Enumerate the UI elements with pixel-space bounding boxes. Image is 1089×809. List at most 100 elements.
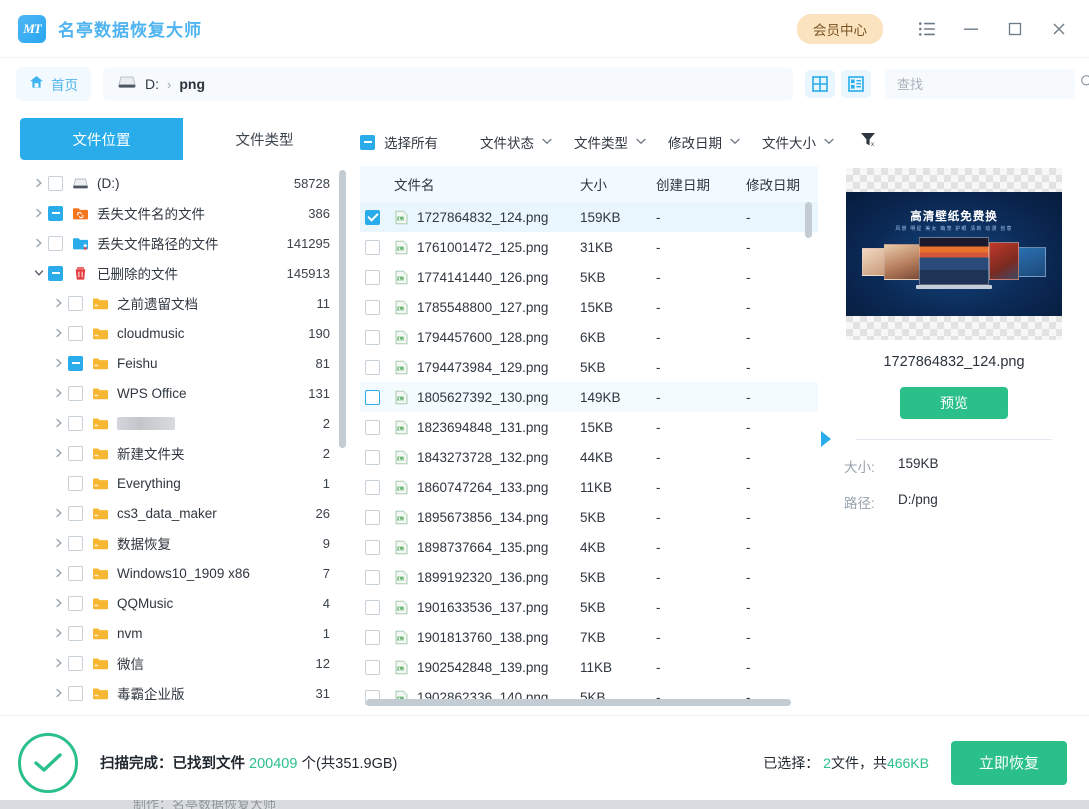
tree-checkbox[interactable] bbox=[48, 205, 63, 221]
tab-file-location[interactable]: 文件位置 bbox=[20, 118, 183, 160]
path-folder-segment[interactable]: png bbox=[179, 76, 205, 92]
row-checkbox[interactable] bbox=[365, 599, 380, 615]
tree-checkbox[interactable] bbox=[68, 595, 83, 611]
tree-checkbox[interactable] bbox=[68, 355, 83, 371]
table-row[interactable]: 1899192320_136.png 5KB - - bbox=[360, 562, 818, 592]
tree-item[interactable]: cs3_data_maker 26 bbox=[12, 498, 350, 528]
tree-expander-icon[interactable] bbox=[30, 268, 48, 278]
tree-checkbox[interactable] bbox=[68, 685, 83, 701]
table-row[interactable]: 1823694848_131.png 15KB - - bbox=[360, 412, 818, 442]
table-row[interactable]: 1785548800_127.png 15KB - - bbox=[360, 292, 818, 322]
path-input[interactable]: D: › png bbox=[103, 67, 793, 101]
tree-item[interactable]: 已删除的文件 145913 bbox=[12, 258, 350, 288]
tree-item[interactable]: 丢失文件名的文件 386 bbox=[12, 198, 350, 228]
row-checkbox[interactable] bbox=[365, 419, 380, 435]
tree-item[interactable]: 微信 12 bbox=[12, 648, 350, 678]
row-checkbox[interactable] bbox=[365, 239, 380, 255]
row-checkbox-cell[interactable] bbox=[360, 269, 394, 285]
row-checkbox-cell[interactable] bbox=[360, 539, 394, 555]
row-checkbox-cell[interactable] bbox=[360, 599, 394, 615]
column-header-filename[interactable]: 文件名 bbox=[394, 174, 580, 194]
tree-expander-icon[interactable] bbox=[50, 298, 68, 308]
row-checkbox-cell[interactable] bbox=[360, 659, 394, 675]
tree-expander-icon[interactable] bbox=[50, 658, 68, 668]
tree-item[interactable]: 丢失文件路径的文件 141295 bbox=[12, 228, 350, 258]
filter-dropdown[interactable]: 修改日期 bbox=[668, 132, 740, 152]
detail-view-icon[interactable] bbox=[841, 70, 871, 98]
tree-checkbox[interactable] bbox=[68, 415, 83, 431]
tree-expander-icon[interactable] bbox=[50, 448, 68, 458]
row-checkbox-cell[interactable] bbox=[360, 509, 394, 525]
tree-checkbox[interactable] bbox=[68, 565, 83, 581]
row-checkbox[interactable] bbox=[365, 359, 380, 375]
table-row[interactable]: 1727864832_124.png 159KB - - bbox=[360, 202, 818, 232]
tree-item[interactable]: (D:) 58728 bbox=[12, 168, 350, 198]
tree-checkbox[interactable] bbox=[68, 535, 83, 551]
row-checkbox[interactable] bbox=[365, 299, 380, 315]
sidebar-scrollbar-thumb[interactable] bbox=[339, 170, 346, 448]
tree-expander-icon[interactable] bbox=[50, 388, 68, 398]
tree-item[interactable]: Windows10_1909 x86 7 bbox=[12, 558, 350, 588]
tree-checkbox[interactable] bbox=[68, 655, 83, 671]
tab-file-type[interactable]: 文件类型 bbox=[183, 118, 346, 160]
row-checkbox[interactable] bbox=[365, 269, 380, 285]
row-checkbox[interactable] bbox=[365, 629, 380, 645]
row-checkbox-cell[interactable] bbox=[360, 299, 394, 315]
tree-item[interactable]: 数据恢复 9 bbox=[12, 528, 350, 558]
select-all-checkbox[interactable] bbox=[360, 134, 375, 150]
tree-expander-icon[interactable] bbox=[50, 538, 68, 548]
menu-icon[interactable] bbox=[905, 9, 949, 49]
row-checkbox-cell[interactable] bbox=[360, 569, 394, 585]
tree-checkbox[interactable] bbox=[48, 235, 63, 251]
tree-expander-icon[interactable] bbox=[30, 178, 48, 188]
grid-view-icon[interactable] bbox=[805, 70, 835, 98]
row-checkbox[interactable] bbox=[365, 389, 380, 405]
table-row[interactable]: 1901633536_137.png 5KB - - bbox=[360, 592, 818, 622]
search-icon[interactable] bbox=[1080, 74, 1089, 94]
tree-item[interactable]: cloudmusic 190 bbox=[12, 318, 350, 348]
minimize-icon[interactable] bbox=[949, 9, 993, 49]
row-checkbox-cell[interactable] bbox=[360, 239, 394, 255]
table-row[interactable]: 1761001472_125.png 31KB - - bbox=[360, 232, 818, 262]
tree-expander-icon[interactable] bbox=[50, 598, 68, 608]
table-row[interactable]: 1895673856_134.png 5KB - - bbox=[360, 502, 818, 532]
row-checkbox[interactable] bbox=[365, 329, 380, 345]
search-box[interactable] bbox=[885, 69, 1089, 99]
row-checkbox-cell[interactable] bbox=[360, 419, 394, 435]
row-checkbox[interactable] bbox=[365, 479, 380, 495]
table-row[interactable]: 1805627392_130.png 149KB - - bbox=[360, 382, 818, 412]
tree-checkbox[interactable] bbox=[68, 295, 83, 311]
row-checkbox[interactable] bbox=[365, 449, 380, 465]
tree-checkbox[interactable] bbox=[48, 265, 63, 281]
path-drive-segment[interactable]: D: bbox=[145, 76, 159, 92]
row-checkbox[interactable] bbox=[365, 509, 380, 525]
search-input[interactable] bbox=[897, 76, 1073, 92]
tree-checkbox[interactable] bbox=[68, 445, 83, 461]
recover-now-button[interactable]: 立即恢复 bbox=[951, 740, 1067, 785]
table-row[interactable]: 1774141440_126.png 5KB - - bbox=[360, 262, 818, 292]
row-checkbox-cell[interactable] bbox=[360, 479, 394, 495]
file-list-vertical-scrollbar[interactable] bbox=[805, 202, 812, 238]
table-row[interactable]: 1860747264_133.png 11KB - - bbox=[360, 472, 818, 502]
row-checkbox-cell[interactable] bbox=[360, 389, 394, 405]
tree-item[interactable]: 2 bbox=[12, 408, 350, 438]
tree-expander-icon[interactable] bbox=[50, 568, 68, 578]
table-row[interactable]: 1902542848_139.png 11KB - - bbox=[360, 652, 818, 682]
row-checkbox[interactable] bbox=[365, 569, 380, 585]
tree-item[interactable]: Feishu 81 bbox=[12, 348, 350, 378]
tree-checkbox[interactable] bbox=[48, 175, 63, 191]
preview-button[interactable]: 预览 bbox=[900, 387, 1008, 419]
tree-expander-icon[interactable] bbox=[50, 628, 68, 638]
filter-clear-icon[interactable]: x bbox=[860, 132, 877, 152]
file-list-horizontal-scrollbar[interactable] bbox=[366, 699, 791, 706]
sidebar-scrollbar[interactable] bbox=[339, 170, 346, 706]
filter-dropdown[interactable]: 文件状态 bbox=[480, 132, 552, 152]
tree-expander-icon[interactable] bbox=[50, 508, 68, 518]
column-header-created[interactable]: 创建日期 bbox=[656, 174, 746, 194]
tree-item[interactable]: Everything 1 bbox=[12, 468, 350, 498]
table-row[interactable]: 1843273728_132.png 44KB - - bbox=[360, 442, 818, 472]
row-checkbox-cell[interactable] bbox=[360, 629, 394, 645]
tree-checkbox[interactable] bbox=[68, 505, 83, 521]
column-header-size[interactable]: 大小 bbox=[580, 174, 656, 194]
tree-expander-icon[interactable] bbox=[30, 238, 48, 248]
